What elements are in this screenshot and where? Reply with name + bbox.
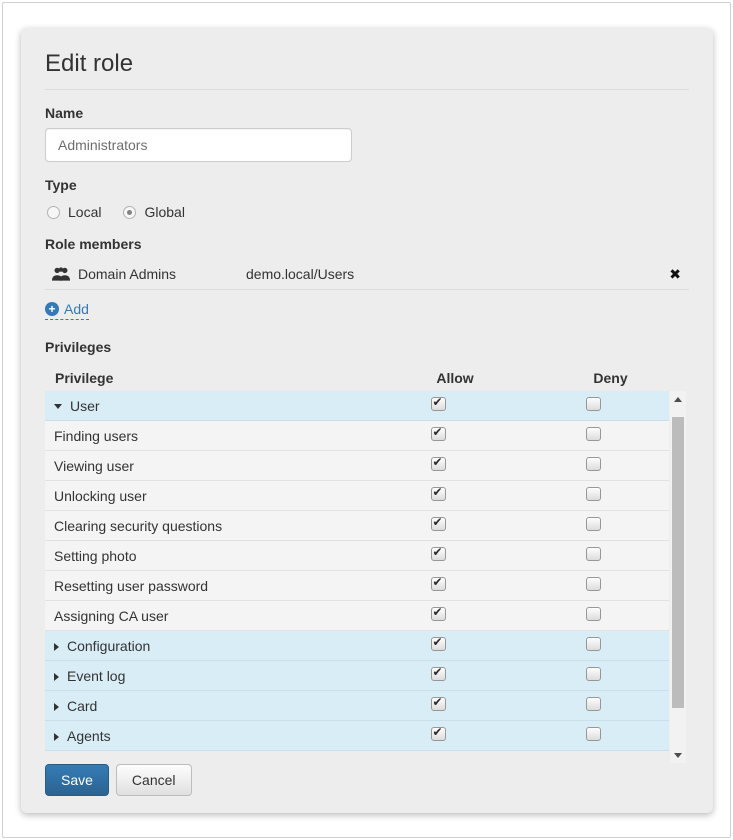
member-name: Domain Admins (78, 266, 246, 282)
deny-checkbox[interactable] (586, 547, 601, 561)
deny-checkbox[interactable] (586, 667, 601, 681)
privilege-row[interactable]: Resetting user password (45, 571, 669, 601)
privilege-row[interactable]: Unlocking user (45, 481, 669, 511)
users-icon (51, 267, 71, 282)
deny-checkbox[interactable] (586, 427, 601, 441)
plus-circle-icon: + (45, 302, 59, 316)
privilege-label: Finding users (54, 428, 138, 444)
radio-local-label[interactable]: Local (68, 204, 101, 220)
allow-checkbox[interactable] (431, 397, 446, 411)
privilege-label: Setting photo (54, 548, 137, 564)
allow-checkbox[interactable] (431, 637, 446, 651)
page-title: Edit role (45, 50, 689, 90)
deny-checkbox[interactable] (586, 607, 601, 621)
arrow-down-icon (674, 753, 682, 758)
privilege-row[interactable]: Clearing security questions (45, 511, 669, 541)
allow-checkbox[interactable] (431, 577, 446, 591)
role-members-label: Role members (45, 236, 689, 252)
privilege-label: User (70, 398, 100, 414)
deny-checkbox[interactable] (586, 397, 601, 411)
allow-checkbox[interactable] (431, 667, 446, 681)
save-button[interactable]: Save (45, 764, 109, 796)
add-member-link[interactable]: + Add (45, 301, 89, 320)
privileges-label: Privileges (45, 339, 689, 355)
page-frame: Edit role Name Type Local Global Role me… (2, 2, 731, 838)
privilege-label: Event log (67, 668, 125, 684)
expand-icon[interactable] (54, 673, 59, 681)
privilege-row[interactable]: User (45, 391, 669, 421)
scroll-up-button[interactable] (670, 391, 686, 407)
privilege-row[interactable]: Assigning CA user (45, 601, 669, 631)
cancel-button[interactable]: Cancel (116, 764, 192, 796)
radio-local[interactable] (47, 206, 60, 219)
deny-checkbox[interactable] (586, 727, 601, 741)
member-row: Domain Admins demo.local/Users ✖ (45, 259, 689, 290)
deny-checkbox[interactable] (586, 517, 601, 531)
expand-icon[interactable] (54, 643, 59, 651)
privilege-row[interactable]: Agents (45, 721, 669, 751)
allow-checkbox[interactable] (431, 697, 446, 711)
member-path: demo.local/Users (246, 266, 669, 282)
privilege-row[interactable]: Card (45, 691, 669, 721)
add-link-label: Add (64, 301, 89, 317)
column-header-allow: Allow (436, 370, 473, 386)
privilege-row[interactable]: Event log (45, 661, 669, 691)
privilege-label: Unlocking user (54, 488, 147, 504)
remove-member-button[interactable]: ✖ (669, 267, 681, 281)
deny-checkbox[interactable] (586, 487, 601, 501)
allow-checkbox[interactable] (431, 427, 446, 441)
allow-checkbox[interactable] (431, 727, 446, 741)
role-name-input[interactable] (45, 128, 352, 162)
type-label: Type (45, 177, 689, 193)
expand-icon[interactable] (54, 703, 59, 711)
privilege-label: Viewing user (54, 458, 134, 474)
type-radio-group: Local Global (47, 203, 689, 221)
privilege-label: Assigning CA user (54, 608, 168, 624)
expand-icon[interactable] (54, 733, 59, 741)
privilege-row[interactable]: Viewing user (45, 451, 669, 481)
allow-checkbox[interactable] (431, 457, 446, 471)
deny-checkbox[interactable] (586, 577, 601, 591)
radio-global[interactable] (123, 206, 136, 219)
privileges-table: Privilege Allow Deny User Finding users … (45, 364, 686, 751)
arrow-up-icon (674, 397, 682, 402)
edit-role-dialog: Edit role Name Type Local Global Role me… (21, 28, 713, 813)
privilege-row[interactable]: Setting photo (45, 541, 669, 571)
collapse-icon[interactable] (54, 404, 62, 409)
deny-checkbox[interactable] (586, 637, 601, 651)
privilege-label: Agents (67, 728, 111, 744)
dialog-actions: Save Cancel (45, 764, 689, 796)
privileges-header: Privilege Allow Deny (45, 364, 686, 391)
privilege-label: Resetting user password (54, 578, 208, 594)
privileges-body: User Finding users Viewing user Unlockin… (45, 391, 669, 751)
allow-checkbox[interactable] (431, 517, 446, 531)
deny-checkbox[interactable] (586, 697, 601, 711)
scrollbar[interactable] (670, 391, 686, 763)
deny-checkbox[interactable] (586, 457, 601, 471)
radio-global-label[interactable]: Global (144, 204, 184, 220)
privilege-label: Configuration (67, 638, 150, 654)
privilege-label: Clearing security questions (54, 518, 222, 534)
name-label: Name (45, 105, 689, 121)
scroll-thumb[interactable] (672, 417, 684, 708)
column-header-deny: Deny (593, 370, 627, 386)
allow-checkbox[interactable] (431, 547, 446, 561)
column-header-privilege: Privilege (55, 370, 375, 386)
privilege-row[interactable]: Finding users (45, 421, 669, 451)
privilege-row[interactable]: Configuration (45, 631, 669, 661)
privilege-label: Card (67, 698, 97, 714)
allow-checkbox[interactable] (431, 607, 446, 621)
allow-checkbox[interactable] (431, 487, 446, 501)
scroll-down-button[interactable] (670, 747, 686, 763)
